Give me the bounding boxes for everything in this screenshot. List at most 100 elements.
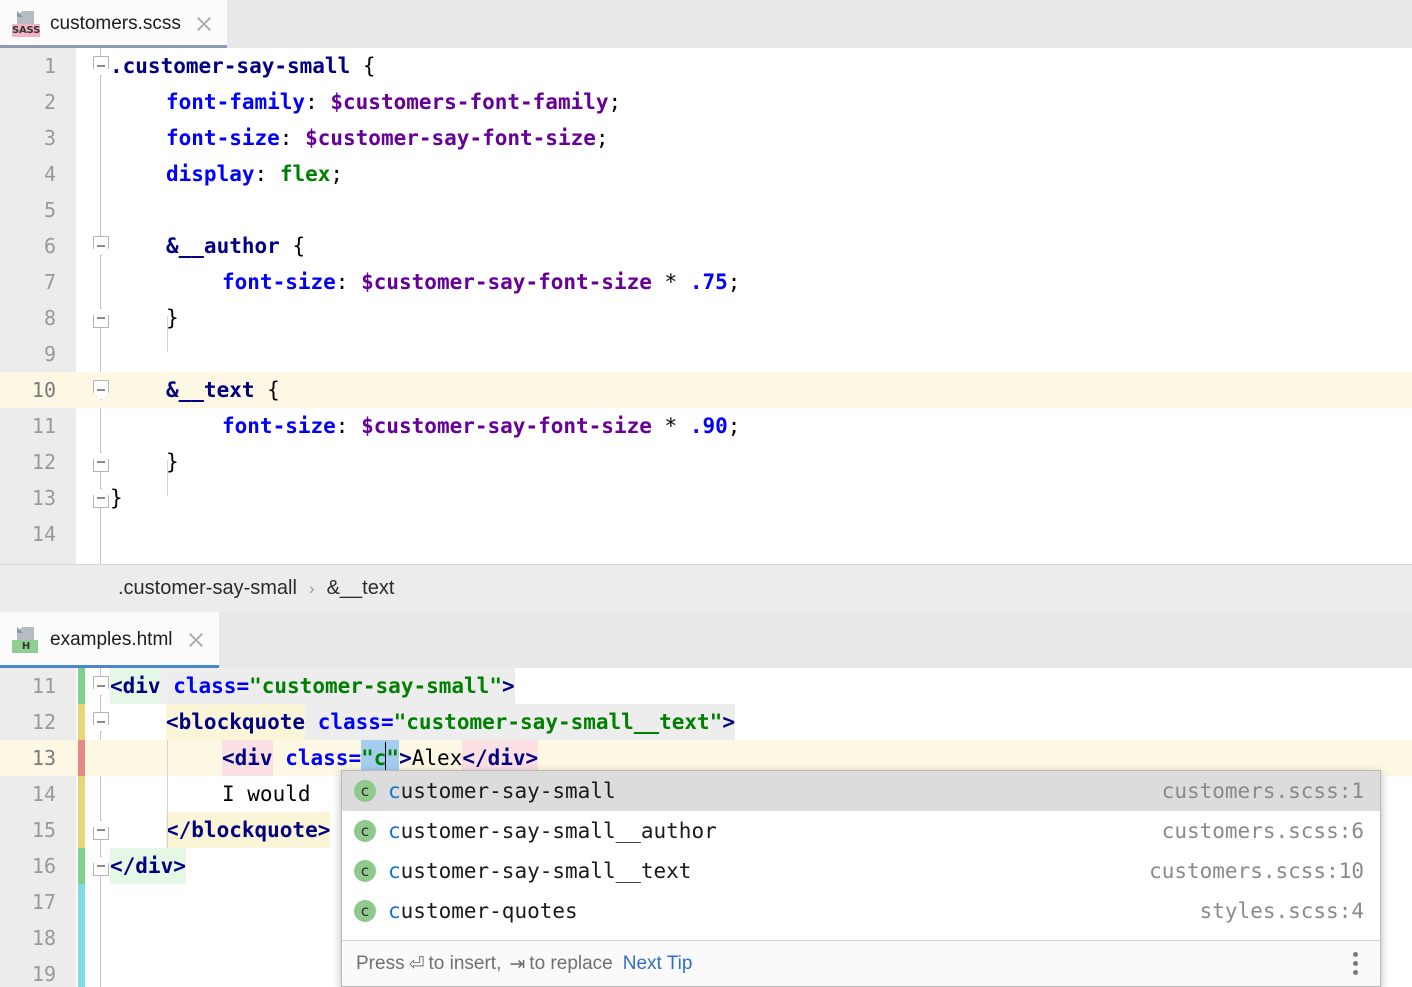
tab-examples-html[interactable]: H examples.html xyxy=(0,612,219,668)
code-text: <blockquote class="customer-say-small__t… xyxy=(166,704,735,740)
scss-line-8[interactable]: 8} xyxy=(0,300,1412,336)
code-completion-popup[interactable]: ccustomer-say-smallcustomers.scss:1ccust… xyxy=(341,770,1381,987)
fold-toggle-line-11[interactable] xyxy=(93,676,109,696)
line-number: 11 xyxy=(0,408,56,444)
vcs-change-stripe[interactable] xyxy=(78,812,85,848)
html-line-11[interactable]: 11<div class="customer-say-small"> xyxy=(0,668,1412,704)
close-icon[interactable] xyxy=(195,15,213,33)
fold-toggle-line-6[interactable] xyxy=(93,236,109,256)
vcs-change-stripe[interactable] xyxy=(78,776,85,812)
line-number: 5 xyxy=(0,192,56,228)
fold-toggle-line-12[interactable] xyxy=(93,712,109,732)
line-number: 13 xyxy=(0,740,56,776)
vcs-change-stripe[interactable] xyxy=(78,704,85,740)
fold-end-line-16[interactable] xyxy=(93,856,109,876)
tab-customers-scss[interactable]: SASS customers.scss xyxy=(0,0,227,48)
scss-line-2[interactable]: 2font-family: $customers-font-family; xyxy=(0,84,1412,120)
footer-insert-label: to insert, xyxy=(429,953,502,975)
line-number: 12 xyxy=(0,704,56,740)
line-number: 14 xyxy=(0,516,56,552)
line-number: 13 xyxy=(0,480,56,516)
close-icon[interactable] xyxy=(187,631,205,649)
fold-toggle-line-10[interactable] xyxy=(93,380,109,400)
line-number: 9 xyxy=(0,336,56,372)
completion-item[interactable]: c customer-quotes styles.scss:4 xyxy=(342,891,1380,931)
class-icon: c xyxy=(354,780,376,802)
completion-item-label: customer-say-small__text xyxy=(388,859,691,883)
completion-item-label: customer-quotes xyxy=(388,899,578,923)
code-text: .customer-say-small { xyxy=(110,48,376,84)
vcs-change-stripe[interactable] xyxy=(78,884,85,920)
completion-item-location: styles.scss:4 xyxy=(1200,899,1364,923)
scss-line-6[interactable]: 6&__author { xyxy=(0,228,1412,264)
code-text: } xyxy=(110,480,123,516)
line-number: 15 xyxy=(0,812,56,848)
completion-item[interactable]: ccustomer-say-small__textcustomers.scss:… xyxy=(342,851,1380,891)
code-text: font-size: $customer-say-font-size * .75… xyxy=(222,264,740,300)
footer-press-label: Press xyxy=(356,953,405,975)
fold-end-line-13[interactable] xyxy=(93,488,109,508)
scss-line-11[interactable]: 11font-size: $customer-say-font-size * .… xyxy=(0,408,1412,444)
completion-footer: Press ⏎ to insert, ⇥ to replace Next Tip xyxy=(342,940,1380,986)
scss-tabstrip: SASS customers.scss xyxy=(0,0,1412,48)
line-number: 7 xyxy=(0,264,56,300)
breadcrumb-leaf[interactable]: &__text xyxy=(327,577,395,600)
line-number: 10 xyxy=(0,372,56,408)
scss-line-4[interactable]: 4display: flex; xyxy=(0,156,1412,192)
vcs-change-stripe[interactable] xyxy=(78,668,85,704)
vcs-change-stripe[interactable] xyxy=(78,740,85,776)
line-number: 2 xyxy=(0,84,56,120)
line-number: 6 xyxy=(0,228,56,264)
line-number: 12 xyxy=(0,444,56,480)
sass-file-icon: SASS xyxy=(12,11,38,37)
code-text: display: flex; xyxy=(166,156,343,192)
line-number: 18 xyxy=(0,920,56,956)
tab-label-examples-html: examples.html xyxy=(50,629,173,651)
scss-line-13[interactable]: 13} xyxy=(0,480,1412,516)
class-icon: c xyxy=(354,860,376,882)
vcs-change-stripe[interactable] xyxy=(78,848,85,884)
breadcrumb-separator-icon: › xyxy=(309,579,315,599)
enter-key-icon: ⏎ xyxy=(409,953,425,975)
line-number: 17 xyxy=(0,884,56,920)
fold-end-line-8[interactable] xyxy=(93,308,109,328)
scss-editor-panel: SASS customers.scss 1.customer-say-small… xyxy=(0,0,1412,612)
kebab-menu-icon[interactable] xyxy=(1344,952,1366,976)
completion-item[interactable]: ccustomer-say-small__authorcustomers.scs… xyxy=(342,811,1380,851)
scss-line-10[interactable]: 10 &__text { xyxy=(0,372,1412,408)
completion-item[interactable]: c customer-say-small customers.scss:1 xyxy=(342,771,1380,811)
scss-code-area[interactable]: 1.customer-say-small {2font-family: $cus… xyxy=(0,48,1412,564)
scss-line-7[interactable]: 7 font-size: $customer-say-font-size * .7… xyxy=(0,264,1412,300)
fold-toggle-line-1[interactable] xyxy=(93,56,109,76)
scss-line-12[interactable]: 12} xyxy=(0,444,1412,480)
scss-line-3[interactable]: 3font-size: $customer-say-font-size; xyxy=(0,120,1412,156)
vcs-change-stripe[interactable] xyxy=(78,920,85,956)
completion-item-label: customer-say-small xyxy=(388,779,616,803)
indent-guide-text xyxy=(167,460,168,496)
next-tip-link[interactable]: Next Tip xyxy=(623,953,693,975)
scss-line-5[interactable]: 5 xyxy=(0,192,1412,228)
code-text: I would xyxy=(222,776,323,812)
line-number: 19 xyxy=(0,956,56,987)
breadcrumb-root[interactable]: .customer-say-small xyxy=(118,577,297,600)
breadcrumb[interactable]: .customer-say-small › &__text xyxy=(0,564,1412,612)
line-number: 16 xyxy=(0,848,56,884)
completion-item-location: customers.scss:1 xyxy=(1162,779,1364,803)
completion-item-location: customers.scss:6 xyxy=(1162,819,1364,843)
fold-end-line-15[interactable] xyxy=(93,820,109,840)
scss-line-1[interactable]: 1.customer-say-small { xyxy=(0,48,1412,84)
scss-line-9[interactable]: 9 xyxy=(0,336,1412,372)
html-tabstrip: H examples.html xyxy=(0,612,1412,668)
scss-line-14[interactable]: 14 xyxy=(0,516,1412,552)
class-icon: c xyxy=(354,900,376,922)
vcs-change-stripe[interactable] xyxy=(78,956,85,987)
code-text: </div> xyxy=(110,848,186,884)
indent-guide-author xyxy=(167,316,168,352)
code-text: <div class="customer-say-small"> xyxy=(110,668,515,704)
code-text: &__text { xyxy=(166,372,280,408)
code-text: font-size: $customer-say-font-size; xyxy=(166,120,609,156)
html-line-12[interactable]: 12 <blockquote class="customer-say-small_… xyxy=(0,704,1412,740)
class-icon: c xyxy=(354,820,376,842)
fold-end-line-12[interactable] xyxy=(93,452,109,472)
footer-replace-label: to replace xyxy=(529,953,612,975)
